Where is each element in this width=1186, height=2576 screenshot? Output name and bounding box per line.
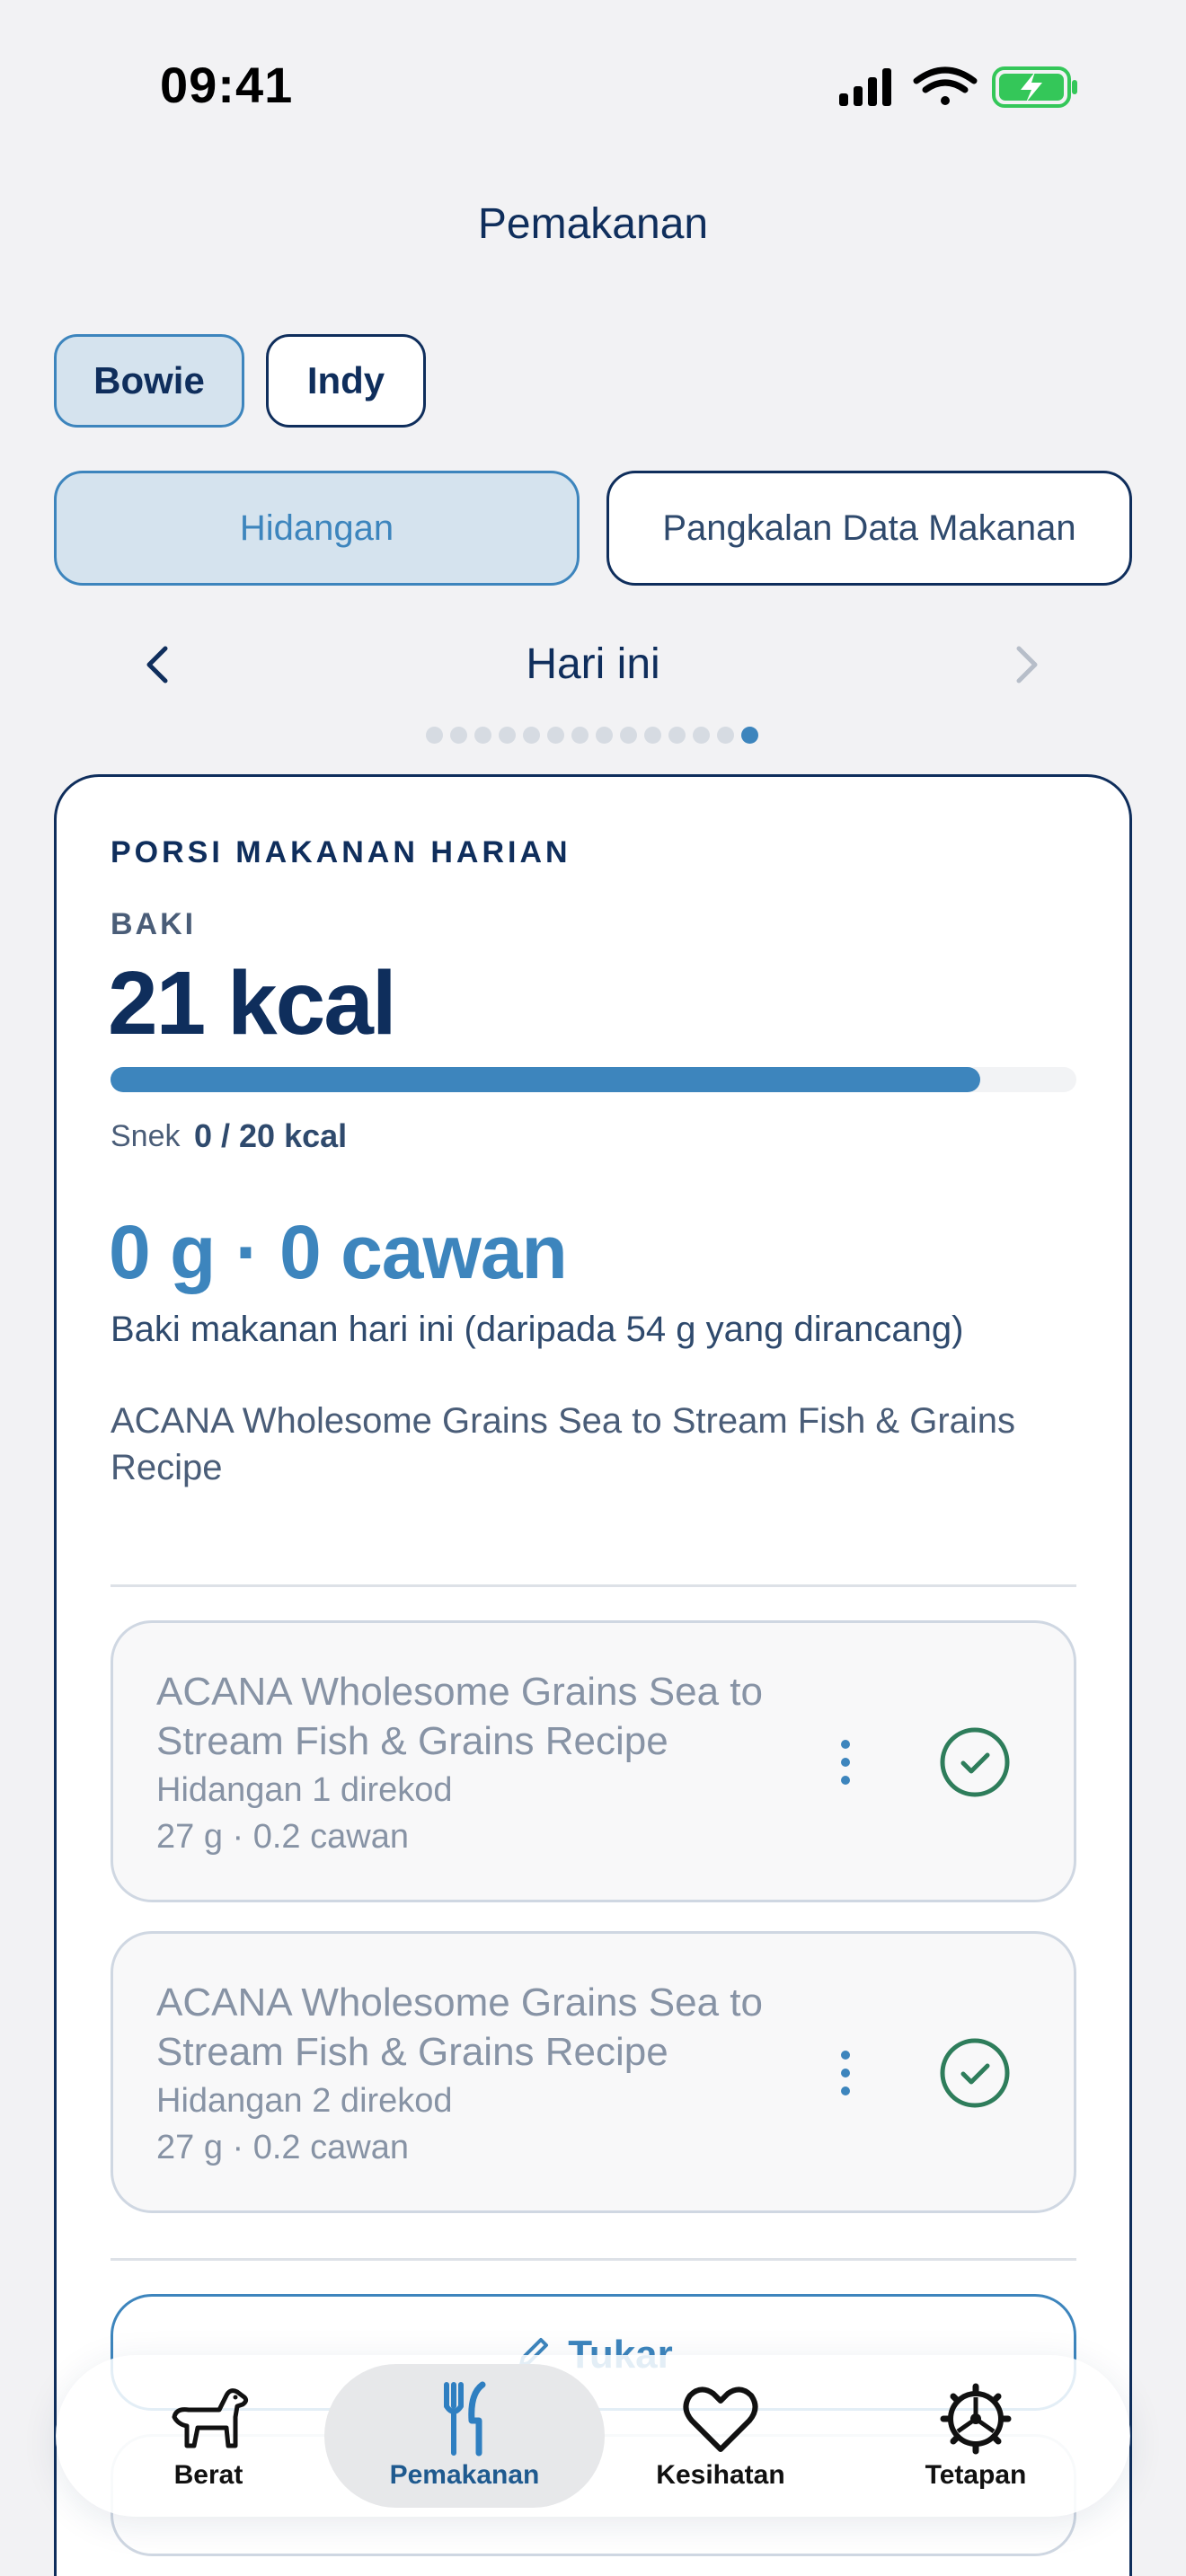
- remaining-label: BAKI: [111, 907, 197, 941]
- page-dot[interactable]: [547, 726, 564, 744]
- tab-label: Kesihatan: [656, 2460, 785, 2490]
- page-dot[interactable]: [668, 726, 686, 744]
- more-options-icon[interactable]: [832, 2046, 859, 2100]
- more-options-icon[interactable]: [832, 1735, 859, 1789]
- page-dot[interactable]: [644, 726, 661, 744]
- meal-title: ACANA Wholesome Grains Sea to Stream Fis…: [156, 1981, 763, 2074]
- page-dot[interactable]: [450, 726, 467, 744]
- page-dot[interactable]: [571, 726, 589, 744]
- meal-amount: 27 g · 0.2 cawan: [156, 2129, 409, 2166]
- calorie-progress-fill: [111, 1067, 980, 1092]
- snack-value: 0 / 20 kcal: [194, 1117, 348, 1154]
- remaining-description: Baki makanan hari ini (daripada 54 g yan…: [111, 1310, 964, 1349]
- tab-label: Tetapan: [925, 2460, 1027, 2490]
- pet-chip-indy[interactable]: Indy: [266, 334, 426, 428]
- page-dot[interactable]: [717, 726, 734, 744]
- remaining-grams-cups: 0 g · 0 cawan: [109, 1210, 568, 1294]
- page-dot[interactable]: [426, 726, 443, 744]
- status-icons: [839, 66, 1077, 108]
- check-circle-icon[interactable]: [938, 2036, 1012, 2110]
- food-name: ACANA Wholesome Grains Sea to Stream Fis…: [111, 1401, 1016, 1487]
- tab-label: Pemakanan: [389, 2460, 540, 2490]
- page-dot[interactable]: [474, 726, 491, 744]
- tab-berat[interactable]: Berat: [119, 2355, 298, 2517]
- tab-tetapan[interactable]: Tetapan: [886, 2355, 1066, 2517]
- status-time: 09:41: [160, 57, 294, 113]
- tab-food-database[interactable]: Pangkalan Data Makanan: [606, 471, 1132, 586]
- meal-amount: 27 g · 0.2 cawan: [156, 1818, 409, 1856]
- heart-icon: [683, 2386, 758, 2452]
- section-title: PORSI MAKANAN HARIAN: [111, 835, 571, 869]
- check-circle-icon[interactable]: [938, 1725, 1012, 1799]
- gear-icon: [940, 2383, 1012, 2455]
- fork-knife-icon: [444, 2381, 486, 2457]
- day-page-indicator[interactable]: [426, 726, 758, 744]
- divider: [111, 1584, 1076, 1587]
- page-dot[interactable]: [620, 726, 637, 744]
- cellular-signal-icon: [839, 68, 891, 106]
- divider: [111, 2258, 1076, 2261]
- tab-pemakanan[interactable]: Pemakanan: [342, 2355, 587, 2517]
- next-day-button[interactable]: [999, 638, 1053, 692]
- wifi-icon: [913, 66, 978, 105]
- page-title: Pemakanan: [477, 200, 709, 248]
- pet-chip-bowie[interactable]: Bowie: [54, 334, 244, 428]
- meal-title: ACANA Wholesome Grains Sea to Stream Fis…: [156, 1670, 763, 1763]
- tab-kesihatan[interactable]: Kesihatan: [631, 2355, 810, 2517]
- tab-label: Berat: [173, 2460, 243, 2490]
- calorie-progress-bar: [111, 1067, 1076, 1092]
- snack-label: Snek: [111, 1119, 181, 1153]
- remaining-kcal: 21 kcal: [108, 953, 397, 1054]
- page-dot-active[interactable]: [741, 726, 758, 744]
- meal-status: Hidangan 2 direkod: [156, 2082, 453, 2120]
- meal-status: Hidangan 1 direkod: [156, 1771, 453, 1809]
- page-dot[interactable]: [693, 726, 710, 744]
- tab-hidangan[interactable]: Hidangan: [54, 471, 580, 586]
- page-dot[interactable]: [596, 726, 613, 744]
- battery-icon: [992, 66, 1077, 108]
- dog-icon: [172, 2388, 249, 2448]
- page-dot[interactable]: [523, 726, 540, 744]
- page-dot[interactable]: [499, 726, 516, 744]
